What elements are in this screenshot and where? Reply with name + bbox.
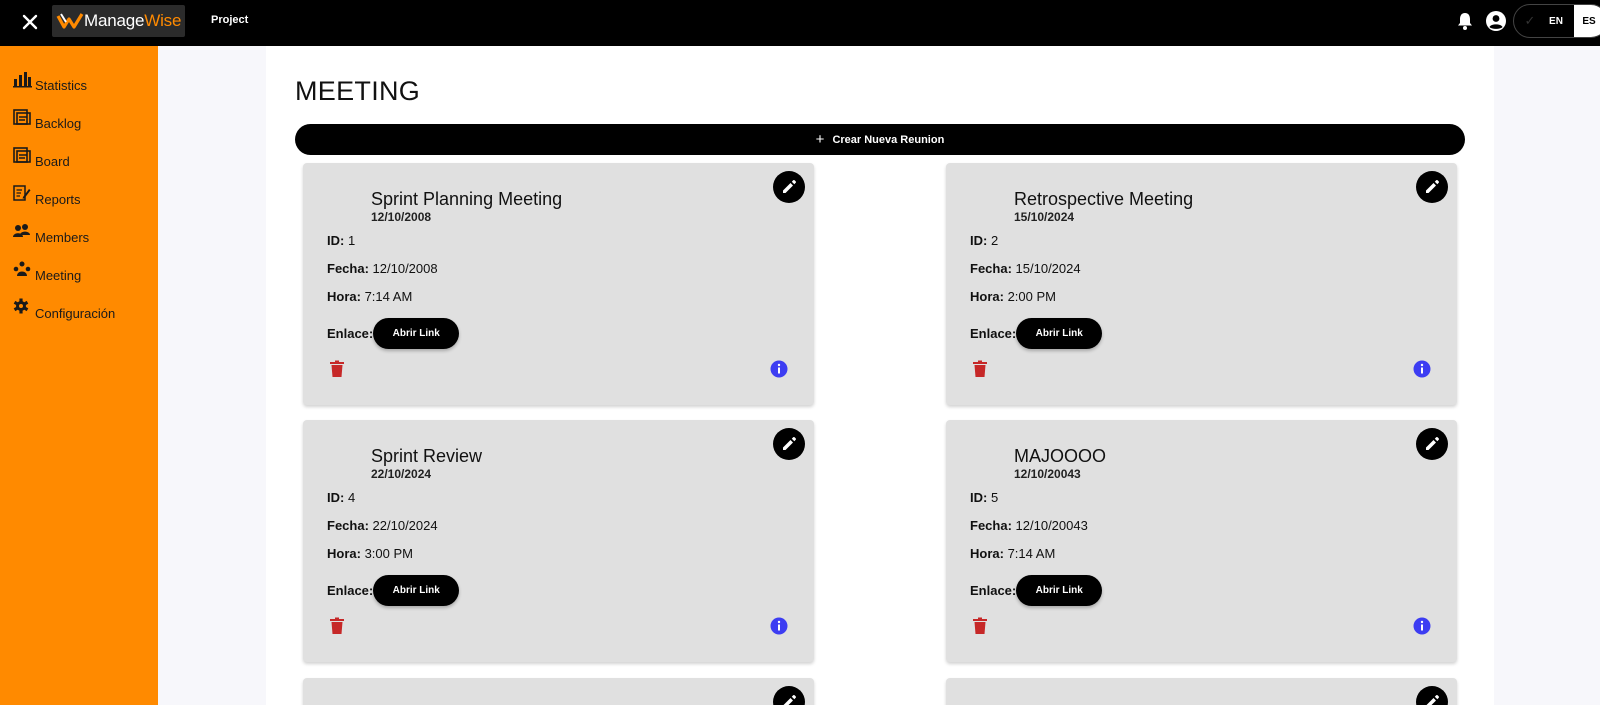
close-icon[interactable] [19,11,41,33]
lang-en-option[interactable]: EN [1538,5,1574,37]
sidebar-item-reports[interactable]: Reports [12,184,81,208]
check-icon: ✓ [1524,13,1536,28]
sidebar-item-label: Members [35,230,90,245]
sidebar-item-members[interactable]: Members [12,222,89,246]
info-icon[interactable] [1413,360,1431,378]
sidebar-item-label: Backlog [35,116,82,131]
bar-chart-icon [13,72,32,88]
reports-icon [13,185,31,201]
sidebar-item-label: Reports [35,192,81,207]
info-icon[interactable] [1413,617,1431,635]
meeting-card: Sprint Planning Meeting 12/10/2008 ID: 1… [303,163,814,405]
enlace-label: Enlace: [970,326,1017,341]
meeting-fecha: Fecha: 15/10/2024 [970,261,1081,276]
edit-button[interactable] [1416,428,1448,460]
lang-es-option[interactable]: ES [1574,5,1600,37]
pencil-icon [783,695,796,705]
account-icon[interactable] [1485,10,1507,32]
meeting-title: Retrospective Meeting [1014,189,1194,209]
open-link-button[interactable]: Abrir Link [373,575,460,606]
pencil-icon [783,180,796,193]
create-meeting-label: Crear Nueva Reunion [832,133,945,146]
pencil-icon [783,437,796,450]
logo[interactable]: ManageWise [52,5,185,37]
meeting-hora: Hora: 2:00 PM [970,289,1056,304]
trash-icon[interactable] [329,617,345,635]
plus-icon: + [815,131,825,148]
meeting-subtitle: 12/10/2008 [371,210,432,224]
trash-icon[interactable] [972,617,988,635]
meeting-fecha: Fecha: 12/10/20043 [970,518,1088,533]
meeting-subtitle: 12/10/20043 [1014,467,1081,481]
board-icon [13,147,31,163]
sidebar-item-label: Statistics [35,78,88,93]
create-meeting-button[interactable]: + Crear Nueva Reunion [295,124,1465,155]
gear-icon [13,298,29,314]
edit-button[interactable] [773,171,805,203]
enlace-label: Enlace: [327,326,374,341]
logo-icon [56,13,84,29]
meeting-card [303,678,814,705]
open-link-button[interactable]: Abrir Link [1016,575,1103,606]
open-link-button[interactable]: Abrir Link [1016,318,1103,349]
info-icon[interactable] [770,360,788,378]
pencil-icon [1426,180,1439,193]
info-icon[interactable] [770,617,788,635]
members-icon [13,224,30,237]
trash-icon[interactable] [329,360,345,378]
logo-text: ManageWise [84,11,182,30]
sidebar-item-meeting[interactable]: Meeting [12,260,81,284]
meeting-id: ID: 1 [327,233,356,248]
open-link-button[interactable]: Abrir Link [373,318,460,349]
meeting-title: MAJOOOO [1014,446,1107,466]
sidebar: Statistics Backlog Board Reports Members… [0,46,158,705]
sidebar-item-backlog[interactable]: Backlog [12,108,81,132]
sidebar-item-statistics[interactable]: Statistics [12,70,87,94]
edit-button[interactable] [1416,686,1448,705]
meeting-hora: Hora: 3:00 PM [327,546,413,561]
edit-button[interactable] [1416,171,1448,203]
meeting-enlace: Enlace: Abrir Link [970,575,1103,606]
edit-button[interactable] [773,428,805,460]
sidebar-item-label: Board [35,154,70,169]
page-title: MEETING [295,76,421,106]
sidebar-item-label: Meeting [35,268,82,283]
meeting-enlace: Enlace: Abrir Link [327,318,460,349]
pencil-icon [1426,437,1439,450]
top-bar: ManageWise Project ✓ EN ES [0,0,1600,46]
meeting-title: Sprint Review [371,446,483,466]
meeting-fecha: Fecha: 12/10/2008 [327,261,438,276]
meeting-id: ID: 5 [970,490,999,505]
meeting-enlace: Enlace: Abrir Link [970,318,1103,349]
meeting-subtitle: 15/10/2024 [1014,210,1075,224]
sidebar-item-label: Configuración [35,306,116,321]
meeting-title: Sprint Planning Meeting [371,189,563,209]
trash-icon[interactable] [972,360,988,378]
pencil-icon [1426,695,1439,705]
meeting-icon [13,261,31,276]
meeting-card: Sprint Review 22/10/2024 ID: 4 Fecha: 22… [303,420,814,662]
language-toggle: ✓ EN ES [1513,4,1600,38]
meeting-id: ID: 2 [970,233,999,248]
sidebar-item-board[interactable]: Board [12,146,70,170]
sidebar-item-configuracion[interactable]: Configuración [12,298,115,322]
meeting-id: ID: 4 [327,490,356,505]
meeting-subtitle: 22/10/2024 [371,467,432,481]
project-link[interactable]: Project [211,14,248,26]
meeting-hora: Hora: 7:14 AM [327,289,413,304]
meeting-fecha: Fecha: 22/10/2024 [327,518,438,533]
meeting-enlace: Enlace: Abrir Link [327,575,460,606]
meeting-card: MAJOOOO 12/10/20043 ID: 5 Fecha: 12/10/2… [946,420,1457,662]
enlace-label: Enlace: [970,583,1017,598]
backlog-icon [13,109,31,125]
meeting-card [946,678,1457,705]
bell-icon[interactable] [1455,11,1475,31]
edit-button[interactable] [773,686,805,705]
enlace-label: Enlace: [327,583,374,598]
meeting-hora: Hora: 7:14 AM [970,546,1056,561]
meeting-card: Retrospective Meeting 15/10/2024 ID: 2 F… [946,163,1457,405]
